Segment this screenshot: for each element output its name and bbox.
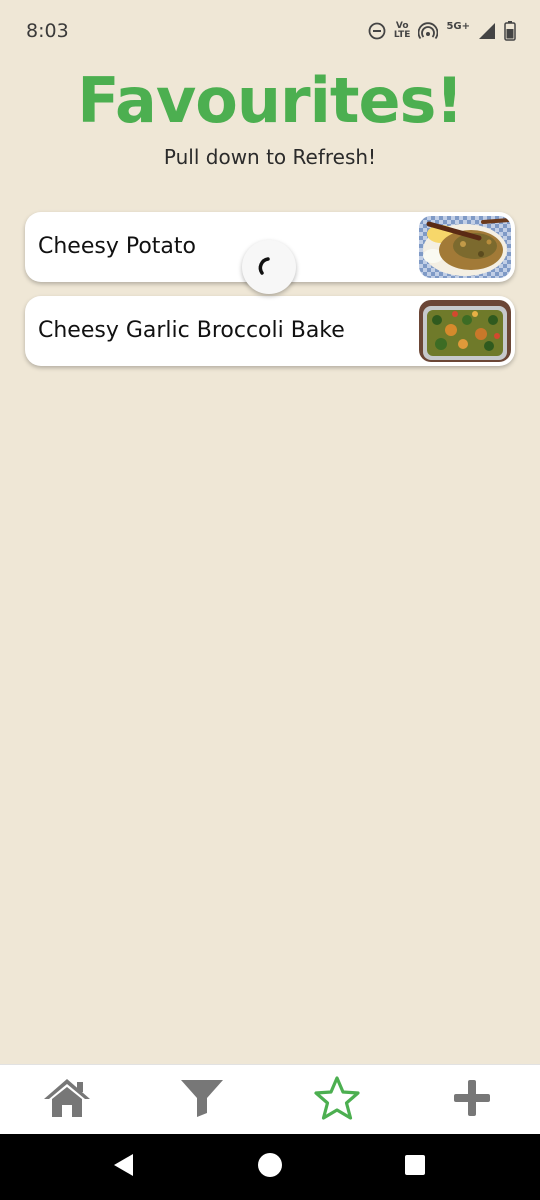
recents-button[interactable] [400,1152,430,1182]
star-icon [313,1075,361,1126]
refresh-hint: Pull down to Refresh! [163,145,377,169]
status-time: 8:03 [26,20,69,42]
filter-icon [179,1077,225,1124]
volte-icon: Vo LTE [394,22,411,40]
refresh-spinner [242,240,296,294]
home-button[interactable] [255,1152,285,1182]
back-button[interactable] [108,1152,138,1182]
recipe-thumbnail [419,300,511,362]
hotspot-icon [418,22,439,40]
system-nav-bar [0,1134,540,1200]
recents-icon [403,1153,427,1182]
favourites-list: Cheesy Potato Cheesy Garlic Broccoli Bak… [25,212,515,380]
bottom-nav [0,1064,540,1135]
home-circle-icon [257,1152,283,1183]
do-not-disturb-icon [368,22,386,40]
recipe-thumbnail [419,216,511,278]
nav-add[interactable] [446,1075,498,1125]
nav-home[interactable] [41,1075,93,1125]
favourite-name: Cheesy Potato [38,234,196,259]
volte-bottom-label: LTE [393,30,411,40]
plus-icon [452,1078,492,1123]
status-bar: 8:03 Vo LTE 5G+ [0,0,540,64]
signal-icon [478,22,496,40]
favourite-name: Cheesy Garlic Broccoli Bake [38,318,345,343]
page-title: Favourites! [77,64,463,137]
network-type: 5G+ [446,20,470,32]
favourite-card[interactable]: Cheesy Garlic Broccoli Bake [25,296,515,366]
back-icon [111,1152,135,1183]
battery-icon [504,21,516,41]
nav-favourites[interactable] [311,1075,363,1125]
home-icon [42,1077,92,1124]
nav-filter[interactable] [176,1075,228,1125]
status-icons: Vo LTE 5G+ [368,18,516,44]
